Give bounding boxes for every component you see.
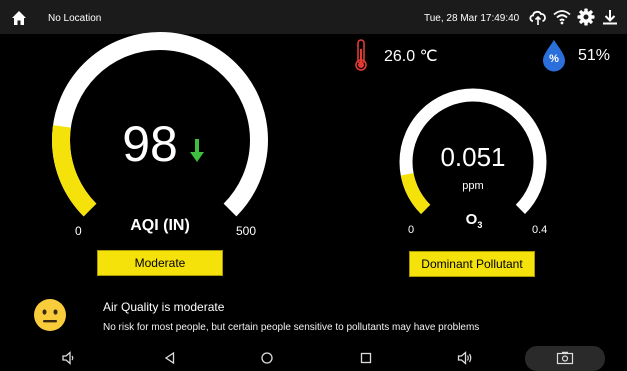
aqi-label: AQI (IN) [130,217,190,234]
home-icon[interactable] [11,10,27,26]
advisory-message: No risk for most people, but certain peo… [103,322,480,333]
aqi-value: 98 [122,116,178,172]
dominant-pollutant-button[interactable]: Dominant Pollutant [409,251,535,277]
neutral-face-icon [34,299,66,331]
humidity-percent-symbol: % [549,53,559,65]
pollutant-value: 0.051 [440,142,506,172]
pollutant-unit: ppm [462,180,484,192]
datetime-label: Tue, 28 Mar 17:49:40 [424,13,520,24]
recents-square-icon[interactable] [359,351,373,365]
settings-gear-icon[interactable] [577,8,595,26]
cloud-sync-icon[interactable] [528,8,548,26]
pollutant-max-label: 0.4 [532,224,548,236]
pollutant-name-subscript: 3 [477,220,483,230]
trend-down-arrow-icon [190,139,204,162]
volume-up-icon[interactable] [457,351,473,365]
pollutant-gauge-fill [400,172,431,214]
pollutant-name-main: O [465,211,478,228]
download-icon[interactable] [601,8,619,26]
pollutant-min-label: 0 [408,224,415,236]
temperature-value: 26.0 ℃ [384,48,438,65]
volume-down-icon[interactable] [61,351,75,365]
aqi-max-label: 500 [236,224,257,238]
thermometer-icon [355,39,367,71]
humidity-value: 51% [578,47,611,64]
pollutant-name: O3 [452,211,496,230]
aqi-gauge-fill [52,125,97,217]
home-circle-icon[interactable] [260,351,274,365]
wifi-icon[interactable] [553,9,571,25]
screenshot-icon[interactable] [556,351,574,365]
aqi-min-label: 0 [75,224,82,238]
back-icon[interactable] [163,351,177,365]
location-label[interactable]: No Location [48,13,101,24]
advisory-title: Air Quality is moderate [103,300,225,314]
aqi-category-button[interactable]: Moderate [97,250,223,276]
